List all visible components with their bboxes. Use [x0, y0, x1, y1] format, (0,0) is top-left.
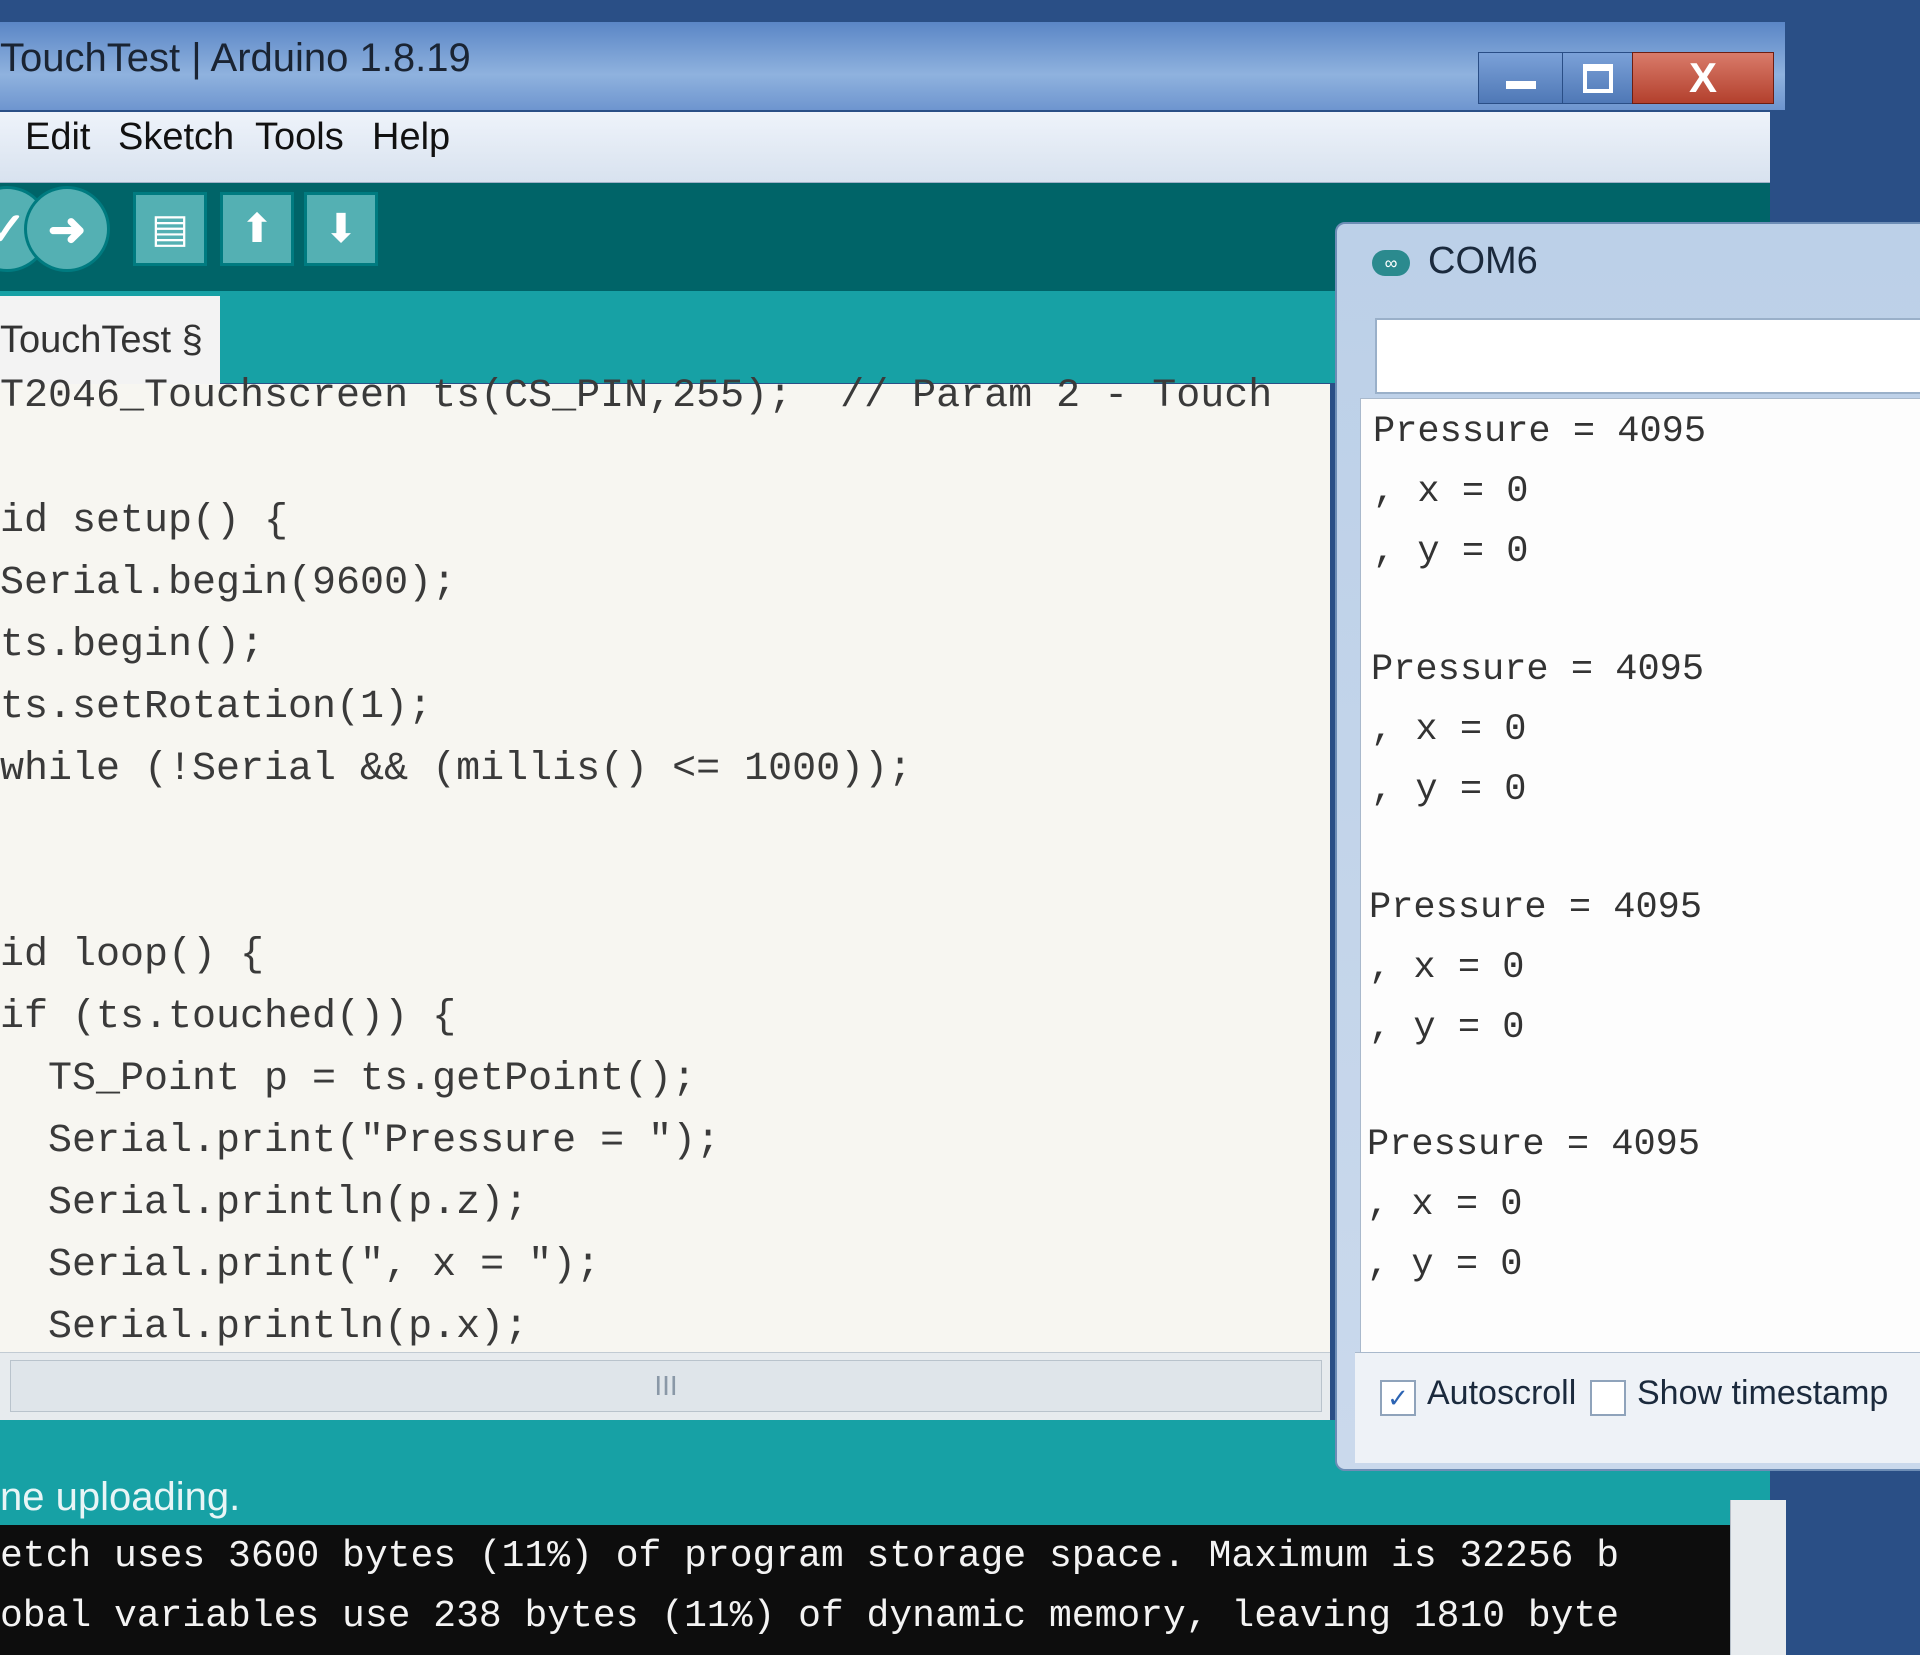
- scrollbar-thumb[interactable]: III: [10, 1360, 1322, 1412]
- code-line: Serial.print("Pressure = ");: [0, 1119, 721, 1164]
- arduino-logo-icon: ∞: [1372, 250, 1410, 276]
- maximize-icon: [1583, 63, 1613, 93]
- checkmark-icon: ✓: [1387, 1383, 1409, 1413]
- tab-touchtest[interactable]: TouchTest §: [0, 296, 220, 384]
- code-line: while (!Serial && (millis() <= 1000));: [0, 747, 913, 792]
- new-button[interactable]: ▤: [133, 192, 207, 266]
- menu-tools[interactable]: Tools: [255, 116, 344, 159]
- new-file-icon: ▤: [151, 207, 189, 251]
- open-button[interactable]: ⬆: [220, 192, 294, 266]
- console-line: etch uses 3600 bytes (11%) of program st…: [0, 1535, 1620, 1578]
- serial-output-line: , y = 0: [1367, 1244, 1523, 1286]
- arrow-up-icon: ⬆: [240, 207, 274, 251]
- serial-output-line: , x = 0: [1369, 947, 1525, 989]
- serial-output-line: Pressure = 4095: [1373, 411, 1707, 453]
- serial-output-line: Pressure = 4095: [1367, 1124, 1701, 1166]
- serial-output-line: , x = 0: [1367, 1184, 1523, 1226]
- serial-output-line: , y = 0: [1373, 531, 1529, 573]
- upload-button[interactable]: ➜: [24, 186, 110, 272]
- code-line: Serial.println(p.x);: [0, 1305, 529, 1350]
- save-button[interactable]: ⬇: [304, 192, 378, 266]
- code-editor[interactable]: T2046_Touchscreen ts(CS_PIN,255); // Par…: [0, 374, 1330, 1352]
- code-line: T2046_Touchscreen ts(CS_PIN,255); // Par…: [0, 374, 1273, 419]
- menu-edit[interactable]: Edit: [25, 116, 90, 159]
- serial-output-line: , x = 0: [1373, 471, 1529, 513]
- code-line: id setup() {: [0, 499, 289, 544]
- code-line: Serial.begin(9600);: [0, 561, 457, 606]
- serial-output-line: , y = 0: [1371, 769, 1527, 811]
- console-line: obal variables use 238 bytes (11%) of dy…: [0, 1595, 1620, 1638]
- serial-monitor-title: COM6: [1428, 240, 1538, 282]
- code-line: ts.setRotation(1);: [0, 685, 433, 730]
- menu-sketch[interactable]: Sketch: [118, 116, 234, 159]
- serial-output: Pressure = 4095 , x = 0 , y = 0 Pressure…: [1360, 398, 1920, 1355]
- maximize-button[interactable]: [1562, 52, 1634, 104]
- minimize-icon: [1506, 81, 1536, 89]
- minimize-button[interactable]: [1478, 52, 1564, 104]
- serial-output-line: , y = 0: [1369, 1007, 1525, 1049]
- code-line: Serial.print(", x = ");: [0, 1243, 601, 1288]
- serial-send-input[interactable]: [1375, 318, 1920, 394]
- serial-output-line: Pressure = 4095: [1371, 649, 1705, 691]
- console-scrollbar[interactable]: [1730, 1500, 1786, 1655]
- autoscroll-label: Autoscroll: [1427, 1374, 1577, 1412]
- show-timestamp-label: Show timestamp: [1637, 1374, 1889, 1412]
- code-line: if (ts.touched()) {: [0, 995, 457, 1040]
- code-line: ts.begin();: [0, 623, 265, 668]
- menu-help[interactable]: Help: [372, 116, 450, 159]
- close-icon: X: [1688, 54, 1717, 101]
- arrow-down-icon: ⬇: [324, 207, 358, 251]
- show-timestamp-checkbox[interactable]: [1590, 1380, 1626, 1416]
- serial-output-line: , x = 0: [1371, 709, 1527, 751]
- window-title: TouchTest | Arduino 1.8.19: [0, 36, 471, 80]
- close-button[interactable]: X: [1632, 52, 1774, 104]
- code-line: id loop() {: [0, 933, 265, 978]
- code-line: Serial.println(p.z);: [0, 1181, 529, 1226]
- check-icon: ✓: [0, 203, 27, 255]
- serial-output-line: Pressure = 4095: [1369, 887, 1703, 929]
- output-console: etch uses 3600 bytes (11%) of program st…: [0, 1525, 1730, 1655]
- code-line: TS_Point p = ts.getPoint();: [0, 1057, 697, 1102]
- status-message: ne uploading.: [0, 1475, 241, 1519]
- autoscroll-checkbox[interactable]: ✓: [1380, 1380, 1416, 1416]
- arrow-right-icon: ➜: [47, 203, 87, 255]
